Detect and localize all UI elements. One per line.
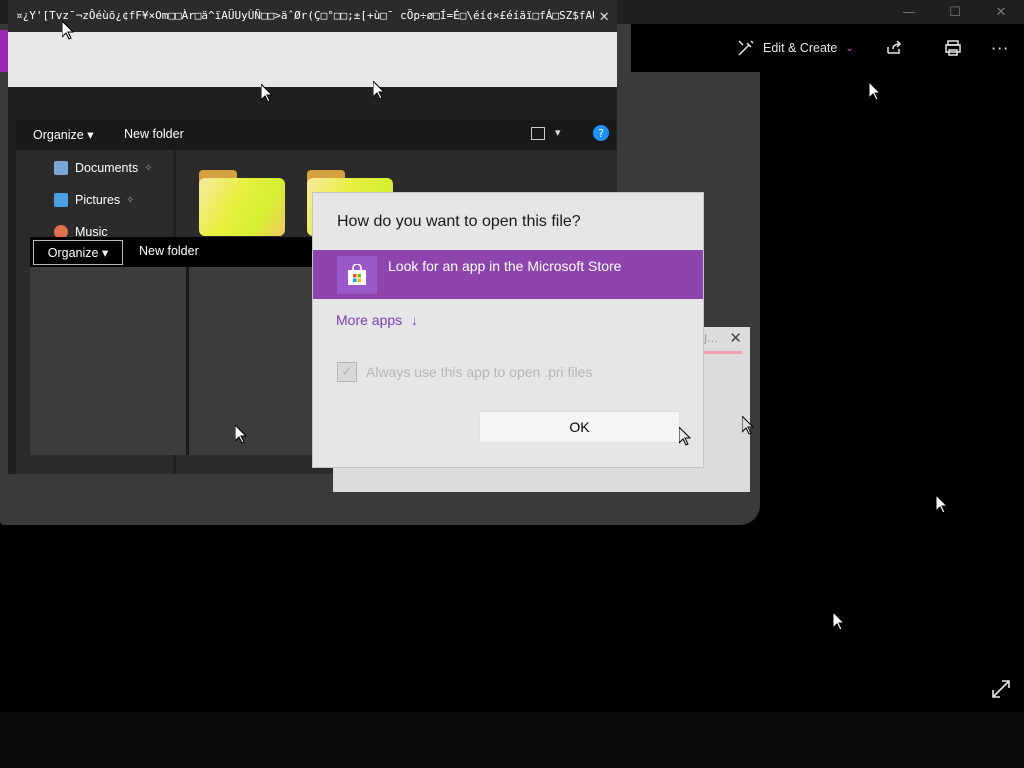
mouse-cursor-icon <box>833 612 845 631</box>
photos-bottom-strip <box>0 712 1024 768</box>
always-use-checkbox[interactable]: ✓ <box>337 362 357 382</box>
close-icon[interactable]: ✕ <box>729 329 742 347</box>
file-explorer-fragment: Organize ▾ New folder <box>30 237 315 455</box>
close-icon[interactable]: ✕ <box>599 6 609 25</box>
help-icon[interactable]: ? <box>593 125 609 141</box>
open-with-dialog: How do you want to open this file? Look … <box>312 192 704 468</box>
folder-icon[interactable] <box>199 170 285 236</box>
nav-item-label: Pictures <box>75 193 121 207</box>
print-button[interactable] <box>944 38 962 58</box>
mouse-cursor-icon <box>373 81 385 100</box>
mouse-cursor-icon <box>936 495 948 514</box>
documents-icon <box>54 161 68 175</box>
organize-label: Organize <box>33 128 84 142</box>
nav-item-label: Documents <box>75 161 139 175</box>
explorer-title-bar: ¤¿Y'[Tvz¯¬zÔéùõ¿¢fF¥×Om□□Àr□ä^ïAÜUyÙÑ□□>… <box>8 0 617 32</box>
window-controls: — ☐ ✕ <box>886 0 1024 24</box>
truncated-title: J... <box>704 332 718 345</box>
expand-icon[interactable] <box>990 678 1012 700</box>
pin-icon: ✧ <box>144 162 153 174</box>
store-glyph <box>348 264 366 285</box>
share-icon <box>887 40 902 54</box>
store-option-label: Look for an app in the Microsoft Store <box>388 258 622 274</box>
new-folder-button[interactable]: New folder <box>139 244 199 258</box>
close-window-button[interactable]: ✕ <box>978 0 1024 24</box>
ok-button[interactable]: OK <box>479 411 680 443</box>
always-use-row: ✓ Always use this app to open .pri files <box>337 362 592 382</box>
microsoft-store-option[interactable]: Look for an app in the Microsoft Store <box>313 250 703 299</box>
explorer-title: ¤¿Y'[Tvz¯¬zÔéùõ¿¢fF¥×Om□□Àr□ä^ïAÜUyÙÑ□□>… <box>16 9 594 22</box>
mouse-cursor-icon <box>235 425 247 444</box>
printer-icon <box>945 40 961 56</box>
pin-icon: ✧ <box>126 194 135 206</box>
maximize-button[interactable]: ☐ <box>932 0 978 24</box>
mouse-cursor-icon <box>869 82 881 101</box>
mouse-cursor-icon <box>742 416 754 435</box>
more-apps-link[interactable]: More apps ↓ <box>336 312 418 328</box>
chevron-down-icon: ⌄ <box>845 42 854 54</box>
pane-divider[interactable] <box>186 267 189 455</box>
edit-create-label: Edit & Create <box>763 41 838 55</box>
more-apps-label: More apps <box>336 312 403 328</box>
mouse-cursor-icon <box>261 84 273 103</box>
minimize-button[interactable]: — <box>886 0 932 24</box>
more-options-button[interactable]: ··· <box>991 38 1009 58</box>
view-pane-icon[interactable] <box>531 127 545 140</box>
edit-create-icon <box>738 40 754 56</box>
dialog-title: How do you want to open this file? <box>337 213 581 230</box>
window-accent-strip <box>0 30 8 72</box>
mouse-cursor-icon <box>62 21 74 40</box>
photos-toolbar: Edit & Create ⌄ ··· <box>631 24 1024 72</box>
explorer-command-bar: Organize ▾ New folder ▾ ? <box>16 120 616 150</box>
pictures-icon <box>54 193 68 207</box>
store-bag-icon <box>337 256 377 294</box>
caret-down-icon: ▾ <box>87 128 94 142</box>
arrow-down-icon: ↓ <box>411 312 418 328</box>
organize-button[interactable]: Organize ▾ <box>33 240 123 265</box>
share-button[interactable] <box>885 38 903 58</box>
nav-item-pictures[interactable]: Pictures ✧ <box>54 190 135 210</box>
edit-create-button[interactable]: Edit & Create ⌄ <box>737 38 854 58</box>
progress-strip <box>704 351 742 354</box>
explorer-command-bar: Organize ▾ New folder <box>30 237 315 267</box>
new-folder-button[interactable]: New folder <box>124 127 184 141</box>
explorer-ribbon <box>8 32 617 87</box>
view-dropdown-icon[interactable]: ▾ <box>555 126 561 139</box>
mouse-cursor-icon <box>679 427 691 446</box>
nav-item-documents[interactable]: Documents ✧ <box>54 158 153 178</box>
always-use-label: Always use this app to open .pri files <box>366 364 593 380</box>
organize-button[interactable]: Organize ▾ <box>33 127 94 142</box>
